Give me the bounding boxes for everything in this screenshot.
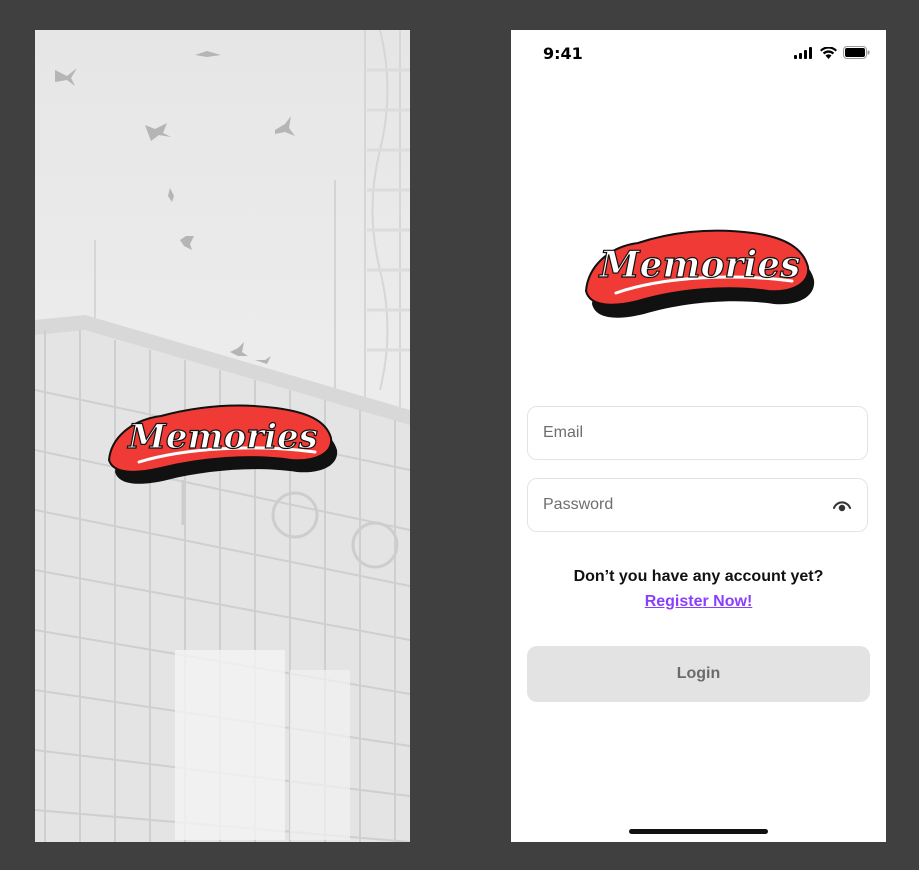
email-input[interactable]	[543, 424, 803, 442]
eye-icon[interactable]	[831, 496, 853, 514]
memories-logo: Memories	[107, 404, 338, 484]
splash-screen: Memories	[35, 30, 410, 842]
login-button[interactable]: Login	[527, 646, 870, 702]
logo-text: Memories	[598, 244, 801, 286]
email-field[interactable]	[527, 406, 868, 460]
logo-text: Memories	[127, 417, 318, 457]
memories-logo: Memories	[584, 229, 815, 318]
password-field[interactable]	[527, 478, 868, 532]
status-time: 9:41	[543, 44, 583, 63]
login-screen: 9:41 Memories Email Don’t you have any a…	[511, 30, 886, 842]
password-input[interactable]	[543, 496, 803, 514]
home-indicator	[629, 829, 768, 834]
cellular-signal-icon	[794, 46, 812, 59]
status-icons	[794, 46, 870, 59]
register-prompt: Don’t you have any account yet?	[573, 568, 824, 585]
wifi-icon	[820, 46, 837, 59]
status-bar: 9:41	[511, 30, 886, 78]
battery-icon	[843, 46, 870, 59]
register-now-link[interactable]: Register Now!	[511, 593, 886, 611]
